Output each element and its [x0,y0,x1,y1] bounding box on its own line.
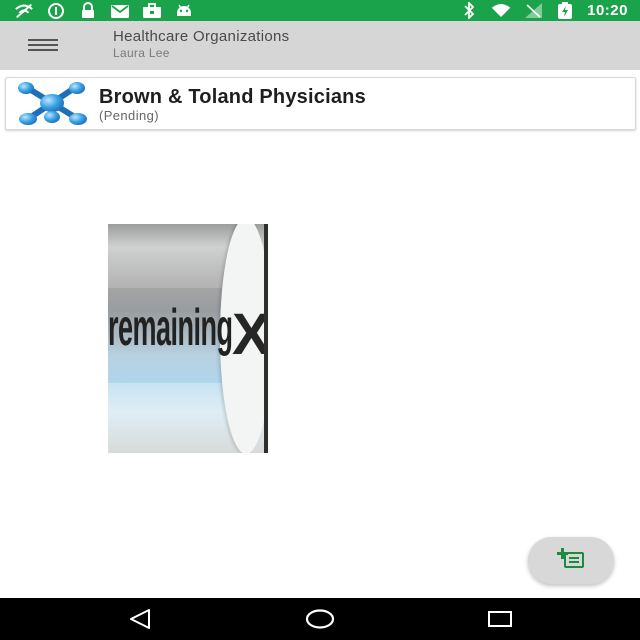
back-icon [130,609,150,629]
back-button[interactable] [120,606,160,632]
organization-logo-icon [16,81,92,127]
screen: 10:20 Healthcare Organizations Laura Lee [0,0,640,640]
ad-edge [264,224,268,453]
status-right-icons: 10:20 [459,1,628,20]
menu-button[interactable] [20,30,66,60]
home-button[interactable] [300,606,340,632]
app-bar: Healthcare Organizations Laura Lee [0,21,640,70]
recents-icon [488,611,512,627]
lock-icon [78,2,98,19]
organization-name: Brown & Toland Physicians [99,86,366,108]
wifi-icon [491,3,511,19]
home-icon [305,609,335,629]
organization-card[interactable]: Brown & Toland Physicians (Pending) [5,77,636,130]
ad-word: remaining [108,299,233,357]
page-title: Healthcare Organizations [113,28,290,45]
recents-button[interactable] [480,606,520,632]
organization-status: (Pending) [99,108,159,123]
briefcase-icon [142,2,162,19]
status-time: 10:20 [587,2,628,19]
add-organization-button[interactable] [528,537,614,584]
signal-icon [523,3,543,19]
close-ad-icon: X [232,302,268,367]
advertisement-image[interactable]: remaining X [108,224,268,453]
mail-icon [110,3,130,19]
battery-charging-icon [555,1,575,19]
add-organization-icon [556,547,586,574]
android-icon [174,3,194,19]
menu-icon [28,39,58,41]
status-left-icons [14,2,194,19]
info-icon [46,2,66,19]
status-bar: 10:20 [0,0,640,21]
user-name: Laura Lee [113,46,170,60]
wifi-off-icon [14,3,34,19]
navigation-bar [0,598,640,640]
bluetooth-icon [459,2,479,19]
